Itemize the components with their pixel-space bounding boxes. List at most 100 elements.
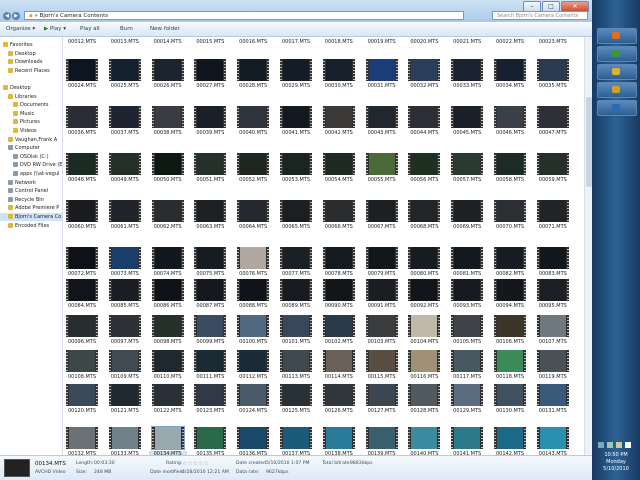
nav-item[interactable]: Recycle Bin	[0, 196, 62, 204]
file-label: 00067.MTS	[367, 224, 396, 230]
video-thumbnail	[408, 247, 441, 269]
file-label[interactable]: 00020.MTS	[405, 39, 443, 45]
film-strip-icon	[536, 279, 539, 301]
play-button[interactable]: ▶ Play ▾	[44, 26, 66, 32]
file-label[interactable]: 00019.MTS	[363, 39, 401, 45]
nav-item[interactable]: apps (\\at-vegul	[0, 170, 62, 178]
film-strip-icon	[310, 59, 312, 81]
film-strip-icon	[352, 200, 355, 222]
nav-item[interactable]: Libraries	[0, 93, 62, 101]
nav-item-label: Adobe Premiere P	[15, 205, 60, 212]
file-label[interactable]: 00013.MTS	[106, 39, 144, 45]
nav-item[interactable]: Adobe Premiere P	[0, 204, 62, 212]
nav-item[interactable]: Encoded Files	[0, 222, 62, 230]
nav-item[interactable]: Videos	[0, 127, 62, 135]
nav-arrows: ◀ ▶	[3, 12, 21, 20]
details-type: AVCHD Video	[35, 470, 66, 475]
video-thumbnail	[494, 59, 526, 81]
breadcrumb[interactable]: Bjorn's Camera Contents	[40, 13, 109, 19]
film-strip-icon	[451, 106, 454, 128]
film-strip-icon	[395, 427, 398, 449]
file-label[interactable]: 00021.MTS	[448, 39, 486, 45]
command-bar: Organize ▾ ▶ Play ▾ Play all Burn New fo…	[0, 23, 592, 37]
file-label[interactable]: 00015.MTS	[191, 39, 229, 45]
app-icon	[612, 104, 620, 111]
nav-item[interactable]: Pictures	[0, 118, 62, 126]
file-label: 00070.MTS	[495, 224, 525, 230]
nav-item[interactable]: Vaughan,Frank A	[0, 136, 62, 144]
nav-item-label: Control Panel	[15, 188, 49, 195]
clock-time[interactable]: 10:50 PM	[592, 452, 640, 458]
nav-item[interactable]: Network	[0, 179, 62, 187]
date-created-label: Date created:	[236, 461, 268, 466]
rating-stars-icon[interactable]: ☆☆☆☆☆	[182, 460, 209, 467]
file-label: 00101.MTS	[281, 339, 311, 345]
film-strip-icon	[365, 279, 368, 301]
video-thumbnail	[280, 384, 312, 406]
nav-item[interactable]: Computer	[0, 144, 62, 152]
nav-item[interactable]: Downloads	[0, 58, 62, 66]
file-label: 00079.MTS	[367, 271, 396, 277]
folder-icon	[13, 128, 18, 133]
volume-tray-icon[interactable]	[607, 442, 613, 448]
file-label: 00040.MTS	[239, 130, 268, 136]
film-strip-icon	[524, 350, 526, 372]
video-thumbnail	[494, 350, 526, 372]
file-label[interactable]: 00022.MTS	[491, 39, 529, 45]
burn-button[interactable]: Burn	[120, 26, 133, 32]
nav-item[interactable]: Favorites	[0, 41, 62, 49]
play-all-button[interactable]: Play all	[80, 26, 100, 32]
video-thumbnail	[494, 153, 526, 175]
video-thumbnail	[280, 247, 312, 269]
new-folder-button[interactable]: New folder	[150, 26, 180, 32]
file-label[interactable]: 00016.MTS	[234, 39, 272, 45]
organize-button[interactable]: Organize ▾	[6, 26, 35, 32]
folder-icon	[8, 93, 13, 99]
back-arrow-icon[interactable]: ◀	[3, 12, 11, 20]
file-label[interactable]: 00023.MTS	[534, 39, 572, 45]
nav-item[interactable]: OSDisk (C:)	[0, 153, 62, 161]
nav-item[interactable]: DVD RW Drive (E	[0, 161, 62, 169]
file-label: 00026.MTS	[153, 83, 182, 89]
nav-item[interactable]: Bjorn's Camera Co	[0, 213, 62, 221]
taskbar-app-button[interactable]	[597, 46, 637, 62]
film-strip-icon	[310, 153, 312, 175]
film-strip-icon	[310, 106, 312, 128]
network-tray-icon[interactable]	[598, 442, 604, 448]
taskbar-app-button[interactable]	[597, 100, 637, 116]
clock-day[interactable]: Monday	[592, 459, 640, 465]
film-strip-icon	[280, 384, 282, 406]
vertical-scrollbar[interactable]	[584, 37, 592, 455]
film-strip-icon	[108, 427, 111, 449]
taskbar-app-button[interactable]	[597, 28, 637, 44]
flag-tray-icon[interactable]	[625, 442, 631, 448]
power-tray-icon[interactable]	[616, 442, 622, 448]
clock-date[interactable]: 5/10/2010	[592, 466, 640, 472]
taskbar-app-button[interactable]	[597, 82, 637, 98]
file-label[interactable]: 00012.MTS	[63, 39, 101, 45]
nav-item[interactable]: Desktop	[0, 84, 62, 92]
nav-item[interactable]: Control Panel	[0, 187, 62, 195]
nav-item[interactable]: Music	[0, 110, 62, 118]
video-thumbnail	[108, 247, 141, 269]
video-thumbnail	[237, 384, 270, 406]
forward-arrow-icon[interactable]: ▶	[12, 12, 20, 20]
film-strip-icon	[138, 200, 141, 222]
file-label[interactable]: 00014.MTS	[149, 39, 187, 45]
file-label: 00071.MTS	[538, 224, 567, 230]
file-label[interactable]: 00017.MTS	[277, 39, 315, 45]
address-bar[interactable]: ▪ » Bjorn's Camera Contents	[24, 11, 464, 20]
file-label[interactable]: 00018.MTS	[320, 39, 358, 45]
file-label: 00087.MTS	[196, 303, 225, 309]
nav-item[interactable]: Recent Places	[0, 67, 62, 75]
film-strip-icon	[224, 247, 227, 269]
search-input[interactable]: Search Bjorn's Camera Contents	[492, 11, 588, 20]
nav-item[interactable]: Documents	[0, 101, 62, 109]
film-strip-icon	[224, 153, 227, 175]
taskbar-app-button[interactable]	[597, 64, 637, 80]
video-thumbnail	[408, 106, 441, 128]
film-strip-icon	[280, 59, 282, 81]
video-thumbnail	[280, 350, 312, 372]
nav-item[interactable]: Desktop	[0, 50, 62, 58]
folder-icon	[8, 222, 13, 228]
